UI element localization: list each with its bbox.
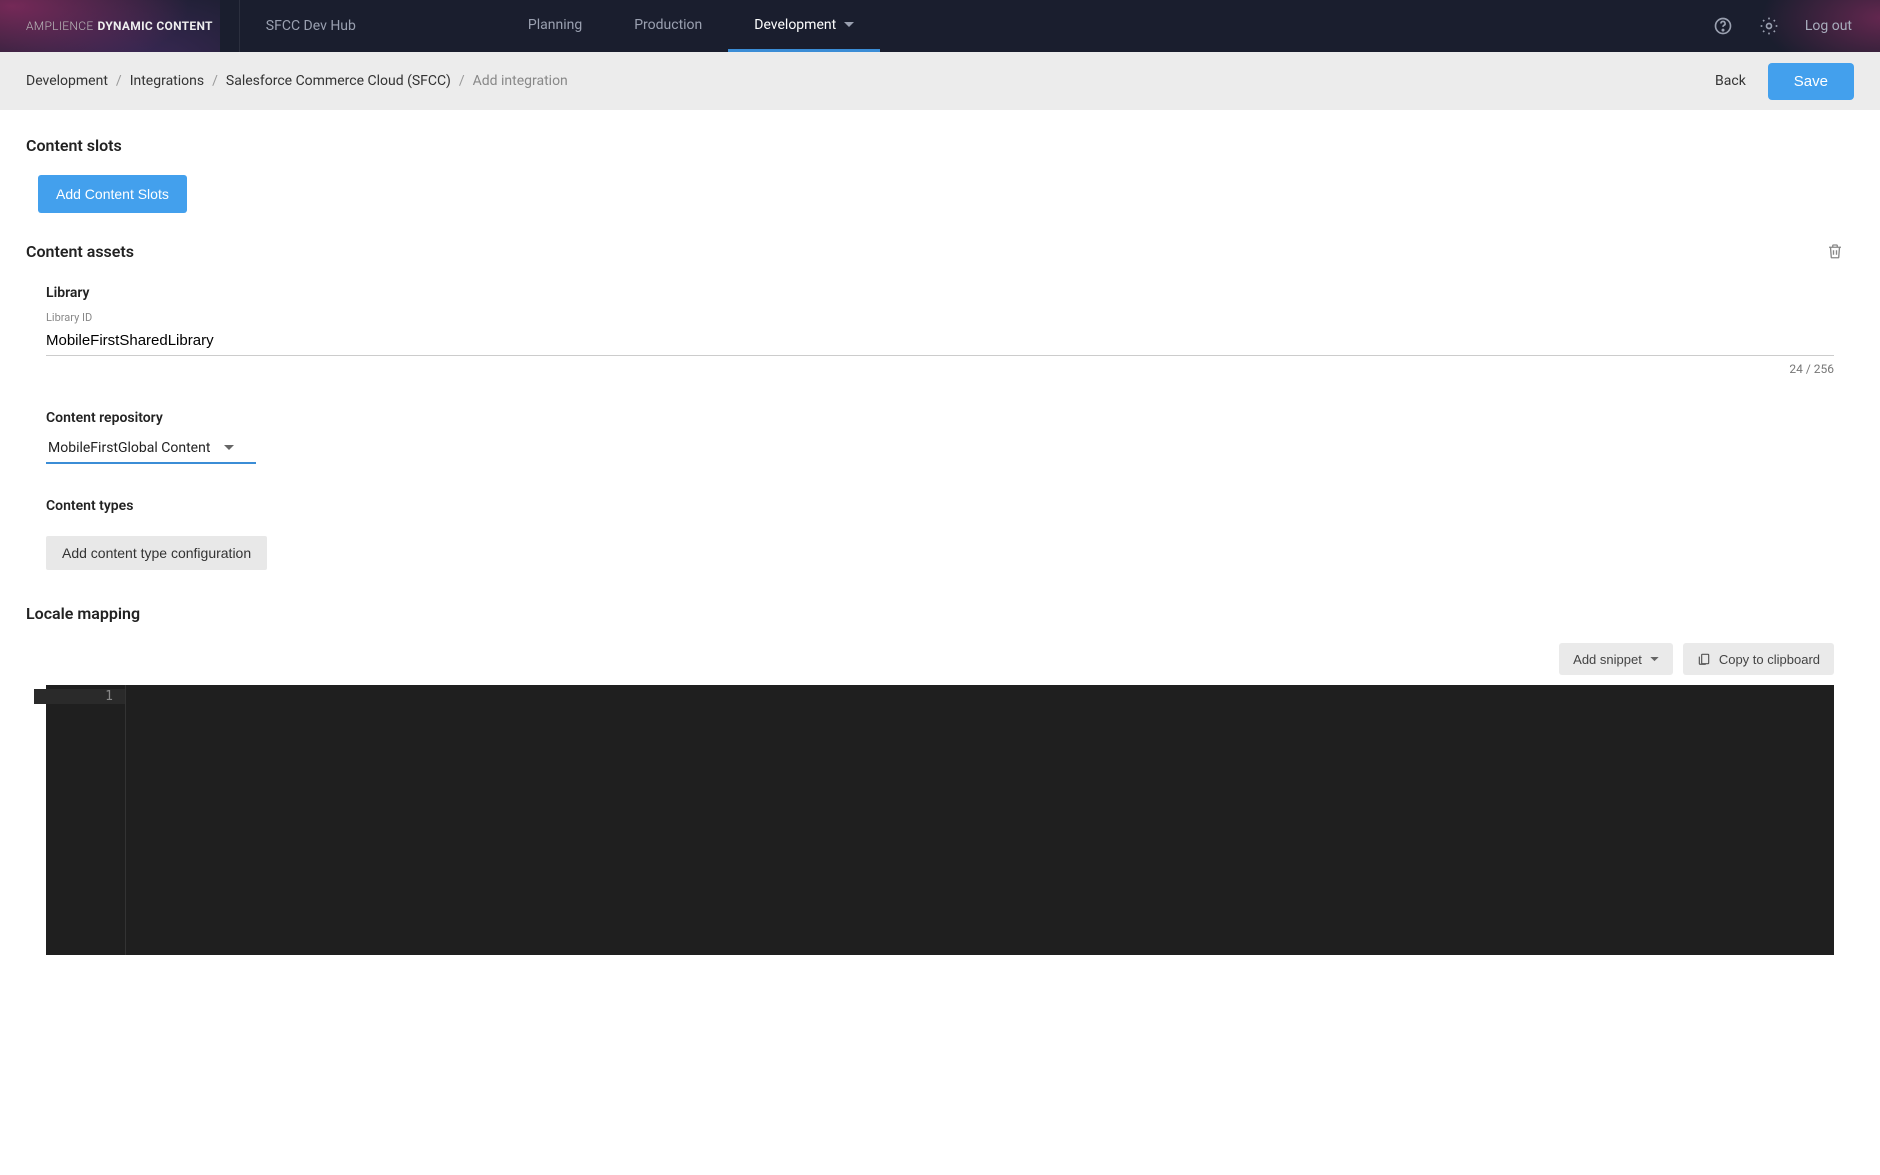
library-id-input[interactable]	[46, 326, 1834, 356]
gear-icon[interactable]	[1759, 16, 1779, 36]
nav-label: Production	[634, 17, 702, 33]
subheader: Development / Integrations / Salesforce …	[0, 52, 1880, 110]
brand-bold: DYNAMIC CONTENT	[97, 19, 212, 33]
clipboard-icon	[1697, 651, 1711, 667]
back-button[interactable]: Back	[1715, 73, 1746, 89]
main-content: Content slots Add Content Slots Content …	[0, 110, 1880, 981]
breadcrumb-sep: /	[116, 73, 122, 89]
caret-down-icon	[224, 445, 234, 451]
logout-link[interactable]: Log out	[1805, 18, 1852, 34]
section-title-content-assets: Content assets	[26, 242, 134, 261]
locale-mapping-section: Locale mapping Add snippet Copy to clipb…	[26, 604, 1854, 955]
add-snippet-button[interactable]: Add snippet	[1559, 643, 1673, 675]
nav-production[interactable]: Production	[608, 0, 728, 52]
app-header: AMPLIENCE DYNAMIC CONTENT SFCC Dev Hub P…	[0, 0, 1880, 52]
add-content-type-config-button[interactable]: Add content type configuration	[46, 536, 267, 570]
content-assets-header: Content assets	[26, 241, 1854, 261]
nav-label: Development	[754, 17, 836, 33]
library-sub-label: Library ID	[46, 311, 1834, 324]
main-nav: Planning Production Development	[502, 0, 880, 52]
copy-to-clipboard-button[interactable]: Copy to clipboard	[1683, 643, 1834, 675]
nav-planning[interactable]: Planning	[502, 0, 608, 52]
content-repository-select[interactable]: MobileFirstGlobal Content	[46, 436, 256, 464]
brand-thin: AMPLIENCE	[26, 19, 93, 33]
line-number: 1	[34, 689, 125, 704]
library-label: Library	[46, 285, 1834, 301]
header-right: Log out	[1713, 16, 1880, 36]
content-repository-field: Content repository MobileFirstGlobal Con…	[46, 410, 1834, 464]
help-icon[interactable]	[1713, 16, 1733, 36]
add-snippet-label: Add snippet	[1573, 652, 1642, 667]
breadcrumb-item[interactable]: Development	[26, 73, 108, 89]
nav-development[interactable]: Development	[728, 0, 880, 52]
content-assets-section: Content assets Library Library ID 24 / 2…	[26, 241, 1854, 570]
library-field: Library Library ID 24 / 256	[46, 285, 1834, 376]
caret-down-icon	[1650, 657, 1659, 662]
add-content-slots-button[interactable]: Add Content Slots	[38, 175, 187, 213]
editor-toolbar: Add snippet Copy to clipboard	[26, 643, 1854, 685]
brand-logo: AMPLIENCE DYNAMIC CONTENT	[0, 0, 240, 52]
breadcrumb-current: Add integration	[473, 73, 568, 89]
section-title-locale-mapping: Locale mapping	[26, 604, 1854, 623]
hub-label: SFCC Dev Hub	[240, 18, 382, 34]
save-button[interactable]: Save	[1768, 63, 1854, 100]
subheader-actions: Back Save	[1715, 63, 1854, 100]
editor-content[interactable]	[126, 685, 1834, 955]
content-types-field: Content types Add content type configura…	[46, 498, 1834, 570]
content-types-label: Content types	[46, 498, 1834, 514]
editor-gutter: 1	[46, 685, 126, 955]
section-title-content-slots: Content slots	[26, 136, 1854, 155]
code-editor[interactable]: 1	[46, 685, 1834, 955]
select-value: MobileFirstGlobal Content	[48, 440, 210, 456]
content-slots-section: Content slots Add Content Slots	[26, 136, 1854, 241]
breadcrumb-sep: /	[212, 73, 218, 89]
library-char-count: 24 / 256	[46, 362, 1834, 376]
content-repository-label: Content repository	[46, 410, 1834, 426]
caret-down-icon	[844, 22, 854, 28]
breadcrumb-item[interactable]: Salesforce Commerce Cloud (SFCC)	[226, 73, 451, 89]
copy-label: Copy to clipboard	[1719, 652, 1820, 667]
nav-label: Planning	[528, 17, 582, 33]
breadcrumb-sep: /	[459, 73, 465, 89]
trash-icon[interactable]	[1826, 241, 1854, 261]
breadcrumb-item[interactable]: Integrations	[130, 73, 204, 89]
breadcrumb: Development / Integrations / Salesforce …	[26, 73, 568, 89]
content-assets-body: Library Library ID 24 / 256 Content repo…	[26, 285, 1854, 570]
